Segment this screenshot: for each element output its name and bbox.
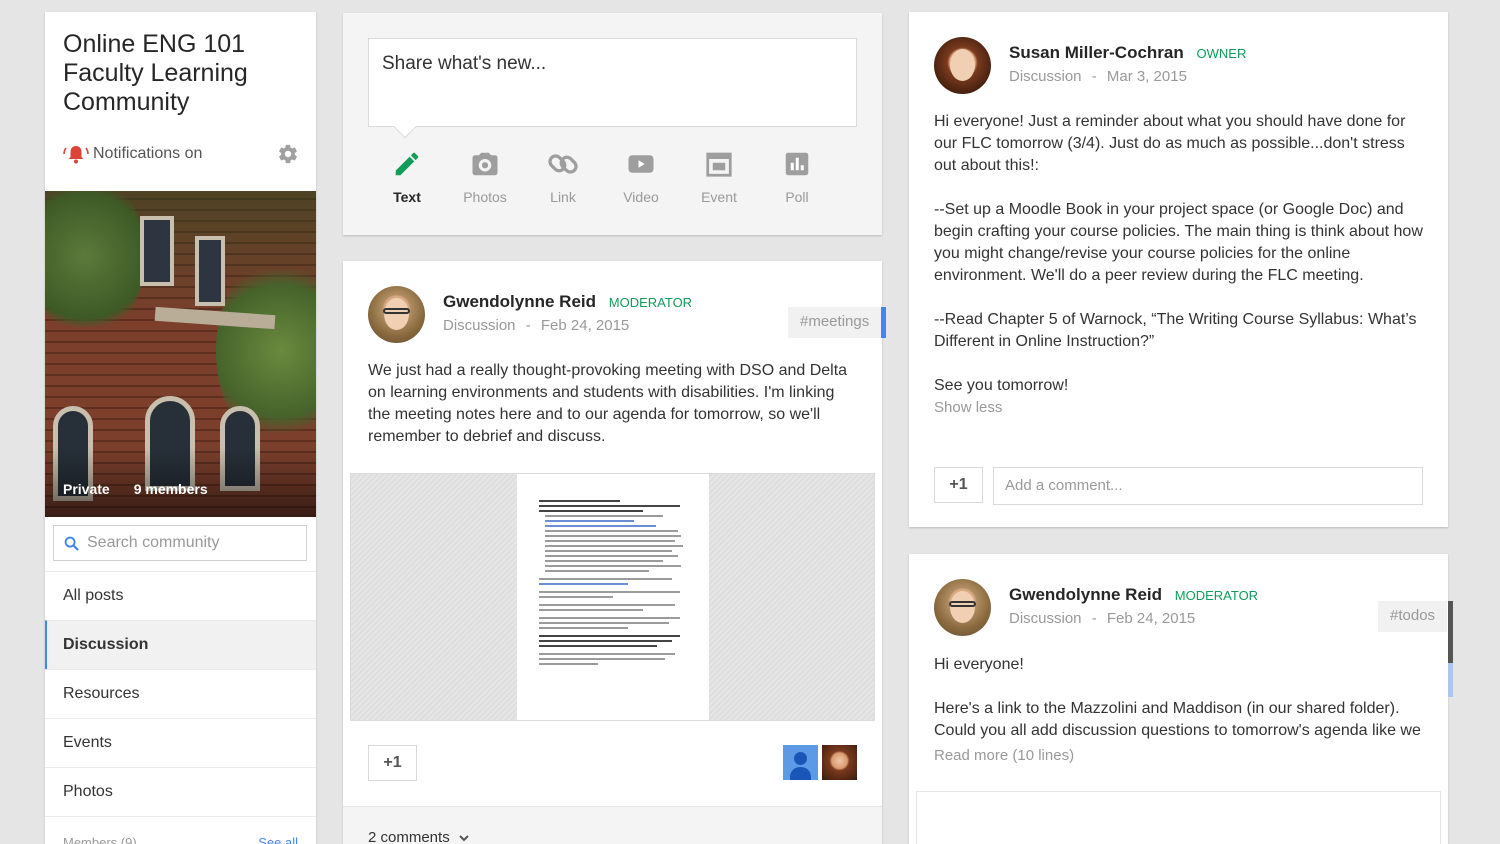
post-body: Hi everyone! Just a reminder about what … — [934, 111, 1424, 397]
gear-icon[interactable] — [277, 143, 299, 165]
notifications-label: Notifications on — [93, 145, 203, 162]
chevron-down-icon — [458, 834, 469, 841]
author-avatar[interactable] — [934, 579, 991, 636]
video-icon — [628, 155, 654, 173]
hashtag[interactable]: #meetings — [788, 307, 887, 338]
post-paragraph: Hi everyone! — [934, 656, 1024, 673]
plus-one-button[interactable]: +1 — [368, 745, 417, 781]
search-community-input[interactable]: Search community — [53, 525, 307, 561]
add-comment-input[interactable]: Add a comment... — [993, 467, 1423, 505]
share-actions: Text Photos Link Video Event Poll — [368, 149, 836, 205]
post-category[interactable]: Discussion — [1009, 610, 1082, 627]
link-icon — [548, 154, 578, 174]
share-video-label: Video — [623, 189, 659, 205]
notifications-toggle[interactable]: Notifications on — [63, 143, 202, 165]
post-meta: Discussion - Mar 3, 2015 — [1009, 68, 1187, 85]
hashtag[interactable]: #todos — [1378, 601, 1448, 632]
members-header: Members (9) — [63, 835, 137, 844]
post-date[interactable]: Mar 3, 2015 — [1107, 68, 1187, 85]
meta-separator: - — [1091, 68, 1097, 85]
post-category[interactable]: Discussion — [443, 317, 516, 334]
post-meta: Discussion - Feb 24, 2015 — [1009, 610, 1195, 627]
post-card: Gwendolynne Reid MODERATOR Discussion - … — [343, 261, 887, 844]
share-event-label: Event — [701, 189, 737, 205]
scrollbar[interactable] — [1448, 601, 1453, 697]
camera-icon — [472, 152, 498, 176]
share-photos-label: Photos — [463, 189, 507, 205]
meta-separator: - — [525, 317, 531, 334]
share-photos-button[interactable]: Photos — [446, 149, 524, 205]
share-text-button[interactable]: Text — [368, 149, 446, 205]
privacy-label: Private — [63, 481, 110, 497]
share-poll-button[interactable]: Poll — [758, 149, 836, 205]
post-card: Susan Miller-Cochran OWNER Discussion - … — [909, 12, 1448, 527]
author-name-row: Susan Miller-Cochran OWNER — [1009, 43, 1246, 63]
post-paragraph: Hi everyone! Just a reminder about what … — [934, 113, 1406, 174]
show-less-link[interactable]: Show less — [934, 399, 1002, 416]
post-paragraph: See you tomorrow! — [934, 377, 1069, 394]
comments-toggle[interactable]: 2 comments — [368, 829, 470, 844]
post-date[interactable]: Feb 24, 2015 — [1107, 610, 1195, 627]
nav-discussion[interactable]: Discussion — [45, 620, 316, 669]
search-placeholder: Search community — [87, 534, 220, 551]
see-all-link[interactable]: See all — [258, 835, 298, 844]
community-title: Online ENG 101 Faculty Learning Communit… — [63, 30, 248, 116]
share-box: Share what's new... Text Photos Link Vid… — [343, 13, 882, 235]
post-category[interactable]: Discussion — [1009, 68, 1082, 85]
role-badge: MODERATOR — [1174, 588, 1259, 603]
nav-resources[interactable]: Resources — [45, 669, 316, 718]
nav-photos[interactable]: Photos — [45, 767, 316, 816]
community-cover-photo: Private 9 members — [45, 191, 316, 517]
post-card: Gwendolynne Reid MODERATOR Discussion - … — [909, 554, 1448, 844]
role-badge: OWNER — [1196, 46, 1247, 61]
author-name[interactable]: Susan Miller-Cochran — [1009, 43, 1184, 62]
post-paragraph: --Set up a Moodle Book in your project s… — [934, 201, 1423, 284]
read-more-link[interactable]: Read more (10 lines) — [934, 747, 1074, 764]
pencil-icon — [395, 152, 419, 176]
share-poll-label: Poll — [785, 189, 809, 205]
members-count[interactable]: 9 members — [134, 481, 208, 497]
author-name[interactable]: Gwendolynne Reid — [443, 292, 596, 311]
post-body: We just had a really thought-provoking m… — [368, 362, 848, 445]
calendar-icon — [706, 152, 732, 177]
share-text-label: Text — [393, 189, 421, 205]
search-icon — [64, 536, 79, 551]
document-thumbnail — [517, 474, 709, 720]
community-sidebar: Online ENG 101 Faculty Learning Communit… — [45, 12, 316, 844]
post-paragraph: --Read Chapter 5 of Warnock, “The Writin… — [934, 311, 1417, 350]
members-section: Members (9) See all — [45, 816, 316, 844]
author-name-row: Gwendolynne Reid MODERATOR — [1009, 585, 1258, 605]
comments-footer: 2 comments — [343, 806, 882, 844]
share-link-label: Link — [550, 189, 576, 205]
author-name-row: Gwendolynne Reid MODERATOR — [443, 292, 692, 312]
poll-icon — [785, 152, 809, 176]
author-avatar[interactable] — [368, 286, 425, 343]
plus-oners — [783, 745, 857, 780]
post-date[interactable]: Feb 24, 2015 — [541, 317, 629, 334]
comments-count: 2 comments — [368, 829, 450, 844]
author-name[interactable]: Gwendolynne Reid — [1009, 585, 1162, 604]
plus-one-button[interactable]: +1 — [934, 467, 983, 503]
nav-all-posts[interactable]: All posts — [45, 571, 316, 620]
user-avatar[interactable] — [822, 745, 857, 780]
meta-separator: - — [1091, 610, 1097, 627]
share-event-button[interactable]: Event — [680, 149, 758, 205]
post-meta: Discussion - Feb 24, 2015 — [443, 317, 629, 334]
document-attachment[interactable] — [350, 473, 875, 721]
share-input[interactable]: Share what's new... — [368, 38, 857, 139]
share-video-button[interactable]: Video — [602, 149, 680, 205]
author-avatar[interactable] — [934, 37, 991, 94]
link-preview[interactable] — [916, 791, 1441, 844]
category-nav: All posts Discussion Resources Events Ph… — [45, 571, 316, 844]
post-paragraph: Here's a link to the Mazzolini and Maddi… — [934, 700, 1421, 739]
share-placeholder: Share what's new... — [382, 53, 547, 74]
user-avatar[interactable] — [783, 745, 818, 780]
role-badge: MODERATOR — [608, 295, 693, 310]
post-body: Hi everyone! Here's a link to the Mazzol… — [934, 654, 1429, 742]
bell-icon — [63, 146, 89, 164]
nav-events[interactable]: Events — [45, 718, 316, 767]
share-link-button[interactable]: Link — [524, 149, 602, 205]
